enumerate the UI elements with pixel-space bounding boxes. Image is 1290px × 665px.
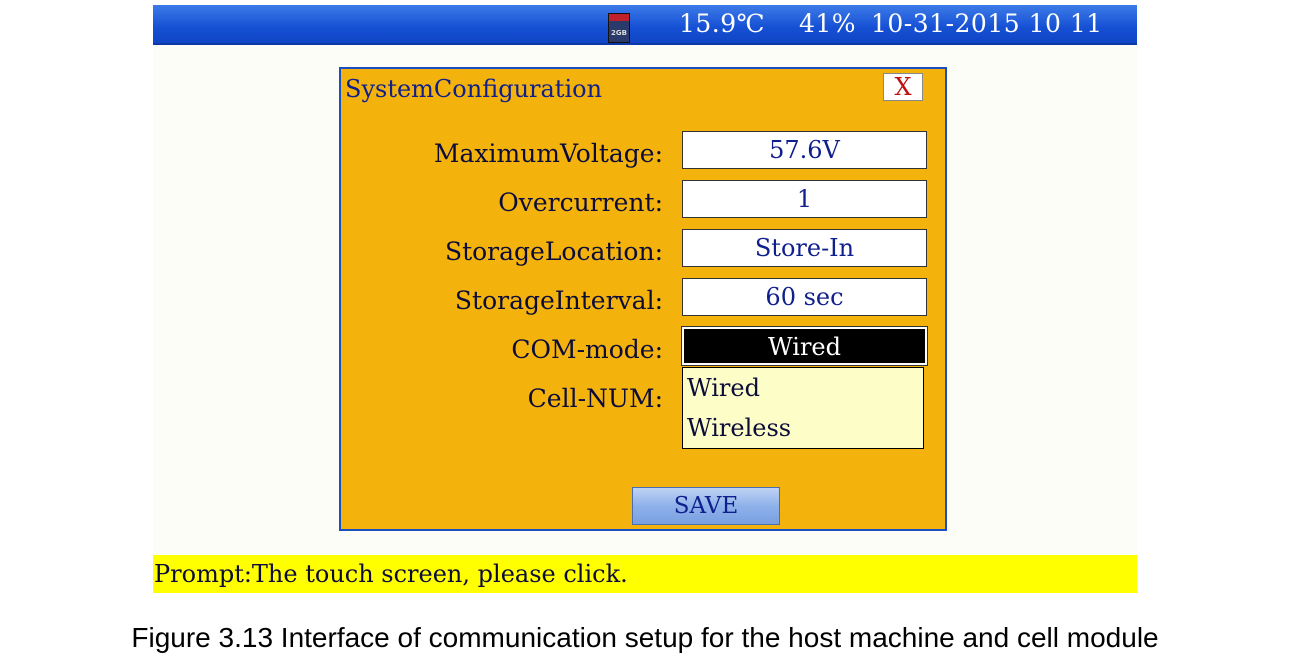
storage-location-label: StorageLocation: <box>444 237 663 266</box>
overcurrent-field[interactable]: 1 <box>682 180 927 218</box>
save-button[interactable]: SAVE <box>632 487 780 525</box>
figure-caption: Figure 3.13 Interface of communication s… <box>131 622 1159 653</box>
dropdown-option-wireless[interactable]: Wireless <box>683 408 923 448</box>
storage-interval-label: StorageInterval: <box>454 286 663 315</box>
com-mode-select[interactable]: Wired <box>681 326 928 366</box>
cell-num-label: Cell-NUM: <box>527 384 663 413</box>
dropdown-option-wired[interactable]: Wired <box>683 368 923 408</box>
maximum-voltage-label: MaximumVoltage: <box>433 139 663 168</box>
prompt-text: Prompt:The touch screen, please click. <box>154 560 628 588</box>
temperature-readout: 15.9℃ <box>679 9 766 38</box>
dialog-title: SystemConfiguration <box>345 75 603 103</box>
humidity-readout: 41% <box>799 9 857 38</box>
status-bar: 2GB 15.9℃ 41% 10-31-2015 10 11 <box>153 5 1137 45</box>
storage-interval-field[interactable]: 60 sec <box>682 278 927 316</box>
device-screen: 2GB 15.9℃ 41% 10-31-2015 10 11 SystemCon… <box>153 5 1137 593</box>
com-mode-label: COM-mode: <box>511 335 663 364</box>
sd-card-capacity: 2GB <box>611 29 627 37</box>
prompt-bar: Prompt:The touch screen, please click. <box>153 555 1137 593</box>
storage-location-field[interactable]: Store-In <box>682 229 927 267</box>
sd-card-stripe <box>609 14 629 21</box>
maximum-voltage-field[interactable]: 57.6V <box>682 131 927 169</box>
sd-card-icon: 2GB <box>608 13 630 43</box>
com-mode-dropdown: Wired Wireless <box>682 367 924 449</box>
close-button[interactable]: X <box>883 73 923 101</box>
datetime-readout: 10-31-2015 10 11 <box>871 9 1103 38</box>
system-configuration-dialog: SystemConfiguration X MaximumVoltage: 57… <box>339 67 947 531</box>
overcurrent-label: Overcurrent: <box>498 188 663 217</box>
